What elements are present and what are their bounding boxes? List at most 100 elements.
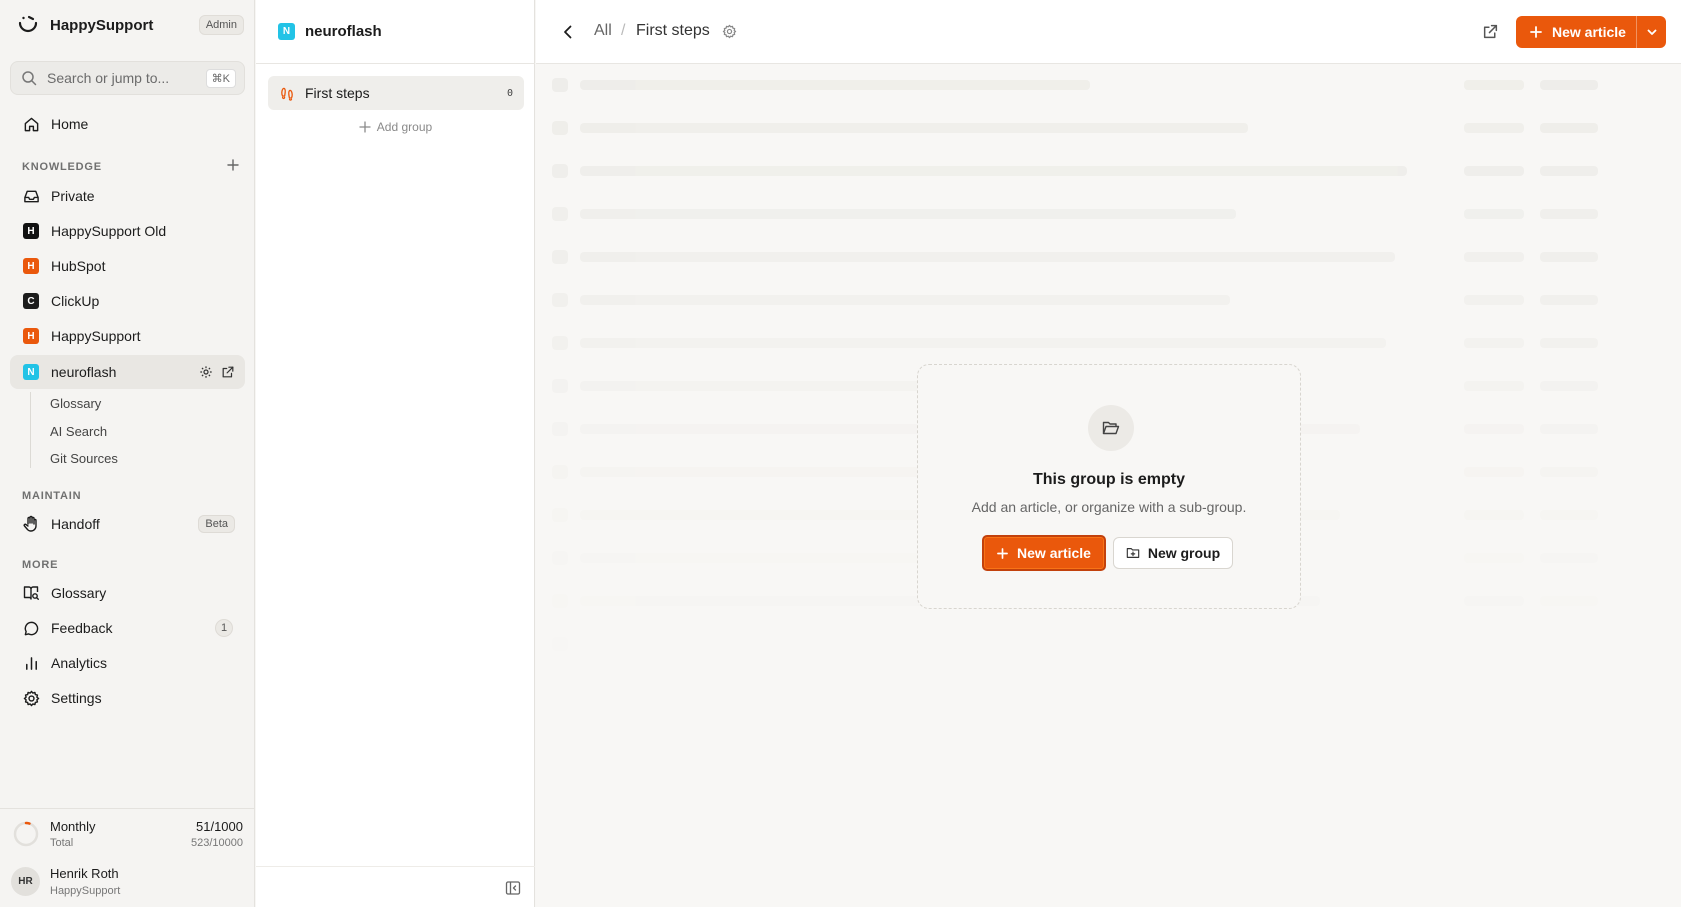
usage-title: Monthly: [50, 819, 96, 834]
brand-name: HappySupport: [50, 16, 154, 34]
usage-meter[interactable]: Monthly Total 51/1000 523/10000: [0, 808, 255, 856]
nav-space-label: ClickUp: [51, 293, 100, 309]
user-profile[interactable]: HR Henrik Roth HappySupport: [0, 856, 255, 907]
search-shortcut: ⌘K: [205, 68, 236, 88]
sub-nav-git-sources[interactable]: Git Sources: [50, 451, 118, 466]
breadcrumb-separator: /: [621, 22, 626, 39]
groups-header: N neuroflash: [256, 0, 535, 64]
nav-home-label: Home: [51, 116, 89, 132]
empty-state-card: This group is empty Add an article, or o…: [917, 364, 1301, 609]
nav-analytics-label: Analytics: [51, 655, 108, 671]
nav-space-happysupport[interactable]: H HappySupport: [10, 319, 245, 353]
nav-space-label: neuroflash: [51, 364, 117, 380]
external-link-icon[interactable]: [1482, 23, 1499, 40]
folder-plus-icon: [1126, 548, 1140, 558]
skeleton-row: [552, 336, 1665, 350]
nav-space-label: HappySupport: [51, 328, 141, 344]
empty-new-group-button[interactable]: New group: [1113, 537, 1233, 569]
nav-space-hubspot[interactable]: H HubSpot: [10, 249, 245, 283]
search-placeholder: Search or jump to...: [47, 70, 170, 86]
footprints-icon: [281, 87, 293, 101]
nav-private-label: Private: [51, 188, 95, 204]
add-group-button[interactable]: Add group: [256, 120, 535, 134]
inbox-icon: [22, 187, 40, 205]
skeleton-row: [552, 637, 1665, 651]
usage-subtitle: Total: [50, 837, 74, 849]
new-article-dropdown[interactable]: [1636, 16, 1666, 48]
space-letter-icon: H: [23, 328, 39, 344]
main-content: All / First steps New article This group…: [536, 0, 1681, 907]
usage-total-value: 523/10000: [191, 837, 243, 849]
nav-settings-label: Settings: [51, 690, 102, 706]
space-letter-icon: N: [278, 23, 295, 40]
chevron-left-icon[interactable]: [558, 22, 578, 42]
new-article-split-button: New article: [1516, 16, 1666, 48]
breadcrumb-current: First steps: [636, 22, 710, 39]
group-count: 0: [506, 87, 513, 99]
nav-handoff[interactable]: Handoff Beta: [10, 507, 245, 541]
topbar: All / First steps New article: [536, 0, 1681, 64]
plus-icon: [359, 121, 371, 133]
space-letter-icon: N: [23, 364, 39, 380]
skeleton-row: [552, 164, 1665, 178]
collapse-panel-icon[interactable]: [505, 880, 521, 896]
space-letter-icon: C: [23, 293, 39, 309]
happysupport-logo-icon: [18, 15, 38, 33]
search-input[interactable]: Search or jump to... ⌘K: [10, 61, 245, 95]
nav-space-happysupport-old[interactable]: H HappySupport Old: [10, 214, 245, 248]
user-org: HappySupport: [50, 885, 121, 897]
sub-nav-ai-search[interactable]: AI Search: [50, 424, 107, 439]
skeleton-row: [552, 78, 1665, 92]
groups-panel: N neuroflash First steps 0 Add group: [256, 0, 535, 907]
nav-private[interactable]: Private: [10, 179, 245, 213]
nav-space-clickup[interactable]: C ClickUp: [10, 284, 245, 318]
brand[interactable]: HappySupport Admin: [16, 12, 244, 38]
gear-icon: [22, 689, 40, 707]
usage-progress-ring: [13, 821, 39, 847]
nav-space-label: HappySupport Old: [51, 223, 167, 239]
nav-handoff-label: Handoff: [51, 516, 100, 532]
nav-home[interactable]: Home: [10, 107, 245, 141]
nav-glossary[interactable]: Glossary: [10, 576, 245, 610]
gear-icon[interactable]: [722, 24, 737, 39]
empty-state-subtitle: Add an article, or organize with a sub-g…: [971, 499, 1247, 515]
sub-nav-glossary[interactable]: Glossary: [50, 396, 101, 411]
chevron-down-icon: [1647, 29, 1656, 35]
nav-settings[interactable]: Settings: [10, 681, 245, 715]
nav-feedback-label: Feedback: [51, 620, 113, 636]
usage-monthly-value: 51/1000: [196, 819, 243, 834]
home-icon: [22, 115, 40, 133]
beta-badge: Beta: [198, 515, 235, 533]
group-item-first-steps[interactable]: First steps 0: [268, 76, 524, 110]
more-section-label: MORE: [22, 559, 59, 571]
sidebar: HappySupport Admin Search or jump to... …: [0, 0, 255, 907]
nav-glossary-label: Glossary: [51, 585, 107, 601]
nav-analytics[interactable]: Analytics: [10, 646, 245, 680]
group-label: First steps: [305, 85, 370, 101]
add-knowledge-icon[interactable]: [226, 158, 240, 172]
gear-icon[interactable]: [199, 365, 213, 379]
add-group-label: Add group: [376, 120, 433, 134]
breadcrumb-all[interactable]: All: [594, 22, 612, 40]
folder-open-icon: [1088, 405, 1134, 451]
nav-space-neuroflash[interactable]: N neuroflash: [10, 355, 245, 389]
nav-space-label: HubSpot: [51, 258, 106, 274]
feedback-count-badge: 1: [215, 619, 233, 637]
space-letter-icon: H: [23, 258, 39, 274]
plus-icon: [997, 547, 1008, 559]
external-link-icon[interactable]: [221, 365, 235, 379]
space-letter-icon: H: [23, 223, 39, 239]
chat-bubble-icon: [22, 619, 40, 637]
space-title: neuroflash: [305, 23, 382, 40]
empty-new-group-label: New group: [1147, 545, 1221, 561]
skeleton-row: [552, 250, 1665, 264]
empty-new-article-button[interactable]: New article: [982, 535, 1106, 571]
new-article-button[interactable]: New article: [1516, 16, 1636, 48]
nav-feedback[interactable]: Feedback 1: [10, 611, 245, 645]
hand-icon: [22, 515, 40, 533]
empty-state-title: This group is empty: [1032, 471, 1185, 488]
sub-nav-line: [30, 392, 31, 468]
knowledge-section-label: KNOWLEDGE: [22, 161, 102, 173]
plus-icon: [1530, 26, 1542, 38]
divider: [256, 866, 535, 867]
